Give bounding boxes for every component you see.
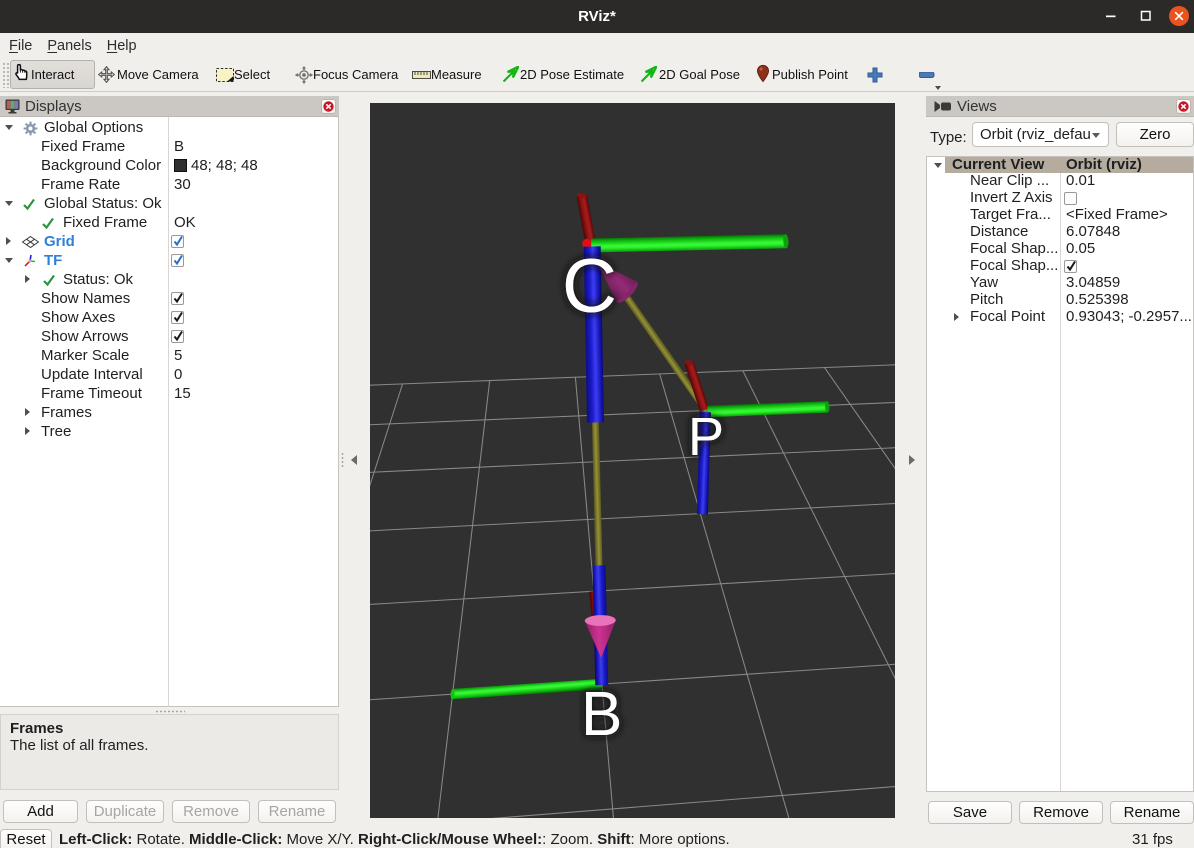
svg-text:B: B bbox=[581, 680, 622, 749]
svg-text:P: P bbox=[688, 407, 724, 467]
svg-text:C: C bbox=[562, 244, 617, 329]
